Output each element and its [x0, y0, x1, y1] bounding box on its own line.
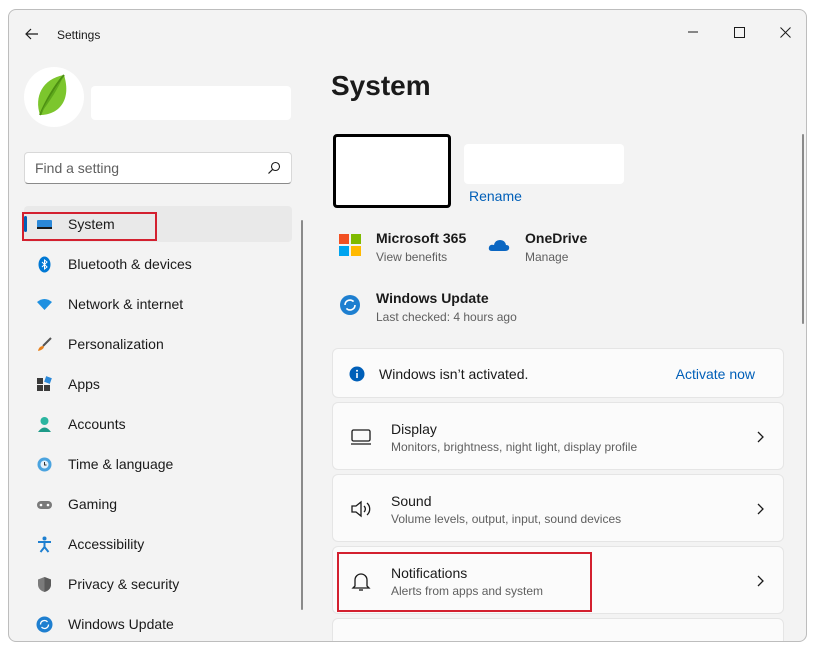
sidebar-item-gaming[interactable]: Gaming — [24, 486, 292, 522]
onedrive-icon — [488, 240, 510, 251]
rename-link[interactable]: Rename — [469, 188, 522, 204]
quick-title: Microsoft 365 — [376, 230, 467, 246]
quick-subtitle: Last checked: 4 hours ago — [376, 310, 517, 324]
search-icon — [268, 161, 281, 174]
sidebar-item-windows-update[interactable]: Windows Update — [24, 606, 292, 641]
minimize-button[interactable] — [670, 16, 716, 48]
sidebar-item-time-language[interactable]: Time & language — [24, 446, 292, 482]
sidebar-item-label: Personalization — [68, 336, 164, 352]
active-indicator — [24, 216, 27, 232]
quick-subtitle: Manage — [525, 250, 569, 264]
sidebar-scrollbar[interactable] — [301, 220, 303, 610]
brush-icon — [38, 337, 52, 351]
accounts-icon — [38, 417, 51, 432]
sidebar-item-system[interactable]: System — [24, 206, 292, 242]
sidebar-item-label: Bluetooth & devices — [68, 256, 192, 272]
chevron-right-icon — [757, 575, 764, 587]
sidebar-nav: System Bluetooth & devices Network & int… — [24, 206, 292, 641]
back-arrow-icon — [25, 28, 38, 40]
title-bar: Settings — [9, 10, 806, 58]
settings-card-display[interactable]: Display Monitors, brightness, night ligh… — [332, 402, 784, 470]
close-icon — [779, 26, 791, 38]
monitor-icon — [351, 429, 371, 445]
bluetooth-icon — [38, 256, 51, 273]
accessibility-icon — [38, 536, 51, 553]
shield-icon — [38, 577, 51, 592]
page-title: System — [331, 70, 431, 101]
card-title: Sound — [391, 493, 432, 509]
sidebar-item-label: Windows Update — [68, 616, 174, 632]
window-title: Settings — [57, 28, 101, 42]
device-name-redacted — [464, 144, 624, 184]
sidebar-item-network[interactable]: Network & internet — [24, 286, 292, 322]
bell-icon — [351, 573, 371, 591]
system-icon — [37, 220, 52, 229]
quick-subtitle: View benefits — [376, 250, 448, 264]
card-title: Notifications — [391, 565, 468, 581]
sidebar-item-accounts[interactable]: Accounts — [24, 406, 292, 442]
sidebar-item-label: System — [68, 216, 115, 232]
card-subtitle: Alerts from apps and system — [391, 584, 544, 598]
sidebar-item-privacy[interactable]: Privacy & security — [24, 566, 292, 602]
sidebar-item-label: Time & language — [68, 456, 174, 472]
back-button[interactable] — [19, 22, 45, 46]
microsoft-365-icon — [339, 234, 361, 256]
settings-card-partial[interactable] — [332, 618, 784, 641]
globe-clock-icon — [37, 457, 52, 472]
sidebar-item-personalization[interactable]: Personalization — [24, 326, 292, 362]
card-subtitle: Volume levels, output, input, sound devi… — [391, 512, 622, 526]
sidebar-item-bluetooth[interactable]: Bluetooth & devices — [24, 246, 292, 282]
sidebar-item-label: Gaming — [68, 496, 118, 512]
chevron-right-icon — [757, 431, 764, 443]
info-icon — [349, 366, 365, 382]
maximize-button[interactable] — [716, 16, 762, 48]
card-subtitle: Monitors, brightness, night light, displ… — [391, 440, 638, 454]
quick-title: OneDrive — [525, 230, 588, 246]
sidebar-item-label: Apps — [68, 376, 100, 392]
profile-name-redacted — [91, 86, 291, 120]
gamepad-icon — [37, 501, 52, 509]
search-box[interactable] — [24, 152, 292, 184]
settings-window: Settings System — [8, 9, 807, 642]
sidebar-item-apps[interactable]: Apps — [24, 366, 292, 402]
speaker-icon — [351, 500, 371, 518]
quick-title: Windows Update — [376, 290, 489, 306]
search-input[interactable] — [35, 159, 255, 177]
settings-card-sound[interactable]: Sound Volume levels, output, input, soun… — [332, 474, 784, 542]
card-title: Display — [391, 421, 437, 437]
close-button[interactable] — [762, 16, 806, 48]
windows-update-icon — [36, 616, 53, 633]
maximize-icon — [733, 26, 745, 38]
windows-update-icon — [340, 295, 360, 315]
device-thumbnail — [333, 134, 451, 208]
minimize-icon — [688, 31, 698, 33]
activation-banner: Windows isn’t activated. Activate now — [332, 348, 784, 398]
wifi-icon — [37, 299, 52, 310]
leaf-avatar-icon — [38, 74, 67, 116]
chevron-right-icon — [757, 503, 764, 515]
activation-text: Windows isn’t activated. — [379, 366, 529, 382]
settings-card-notifications[interactable]: Notifications Alerts from apps and syste… — [332, 546, 784, 614]
main-scrollbar[interactable] — [802, 134, 804, 324]
sidebar-item-label: Accounts — [68, 416, 126, 432]
sidebar-item-label: Accessibility — [68, 536, 145, 552]
activate-now-link[interactable]: Activate now — [676, 366, 755, 382]
avatar[interactable] — [24, 67, 84, 127]
sidebar-item-accessibility[interactable]: Accessibility — [24, 526, 292, 562]
apps-icon — [37, 376, 52, 391]
sidebar-item-label: Network & internet — [68, 296, 184, 312]
sidebar-item-label: Privacy & security — [68, 576, 180, 592]
